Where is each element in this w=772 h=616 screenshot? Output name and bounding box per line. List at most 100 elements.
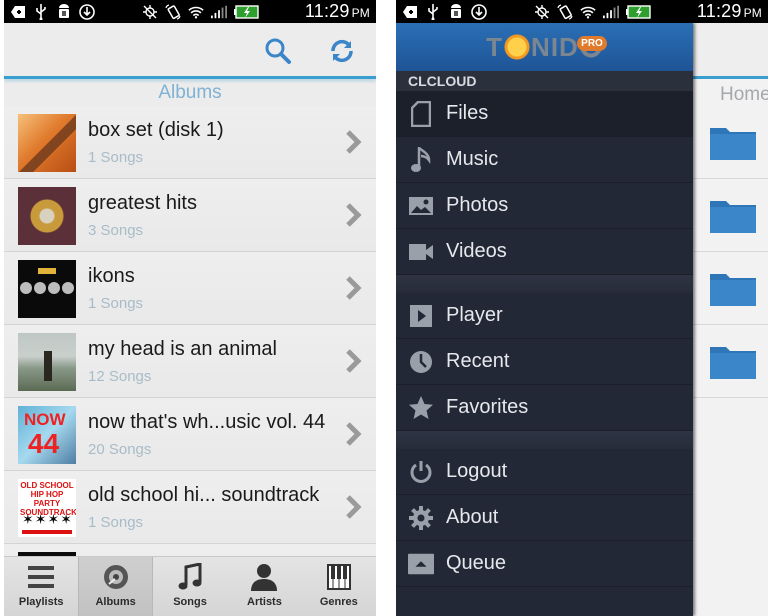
chevron-right-icon [346, 422, 362, 446]
chevron-right-icon [346, 349, 362, 373]
gps-off-icon [534, 4, 550, 20]
signal-icon [603, 4, 619, 20]
drawer-item-favorites[interactable]: Favorites [396, 385, 693, 431]
background-action-bar [686, 23, 768, 77]
album-song-count: 12 Songs [88, 368, 152, 385]
tab-genres[interactable]: Genres [302, 557, 376, 616]
android-debug-icon [448, 3, 464, 20]
rotation-icon [557, 3, 573, 20]
albums-screen: 11:29 PM Albums box set (disk 1) 1 Songs … [4, 0, 376, 616]
drawer-item-player[interactable]: Player [396, 293, 693, 339]
notification-icon [10, 4, 26, 20]
drawer-header: T NID PRO [396, 23, 693, 71]
album-title: now that's wh...usic vol. 44 [88, 411, 326, 433]
album-row[interactable]: OLD SCHOOL HIP HOP PARTY SOUNDTRACK ✶✶✶✶ … [4, 471, 376, 544]
folder-row[interactable] [692, 106, 768, 179]
album-song-count: 3 Songs [88, 222, 144, 239]
download-icon [79, 3, 95, 20]
action-bar [4, 23, 376, 77]
album-row[interactable]: NOW 44 now that's wh...usic vol. 44 20 So… [4, 398, 376, 471]
bottom-tab-bar: Playlists Albums Songs Artists Genres [4, 556, 376, 616]
action-bar-divider [4, 76, 376, 79]
refresh-icon [331, 39, 353, 63]
battery-charging-icon [626, 4, 652, 20]
battery-charging-icon [234, 4, 260, 20]
sun-icon [504, 34, 531, 60]
folder-icon [710, 347, 756, 379]
album-title: box set (disk 1) [88, 119, 224, 141]
drawer-item-logout[interactable]: Logout [396, 449, 693, 495]
status-bar: 11:29 PM [396, 0, 768, 23]
drawer-item-videos[interactable]: Videos [396, 229, 693, 275]
folder-icon [710, 128, 756, 160]
drawer-item-about[interactable]: About [396, 495, 693, 541]
folder-row[interactable] [692, 252, 768, 325]
tab-playlists[interactable]: Playlists [4, 557, 78, 616]
drawer-item-music[interactable]: Music [396, 137, 693, 183]
album-song-count: 20 Songs [88, 441, 152, 458]
music-note-icon [178, 563, 202, 590]
section-title: Albums [158, 82, 222, 103]
album-row[interactable]: greatest hits 3 Songs [4, 179, 376, 252]
search-icon [265, 38, 291, 64]
download-icon [471, 3, 487, 20]
album-list[interactable]: box set (disk 1) 1 Songs greatest hits 3… [4, 106, 376, 616]
piano-icon [326, 564, 351, 590]
wifi-icon [580, 4, 596, 20]
clock: 11:29 PM [304, 1, 370, 21]
tab-artists[interactable]: Artists [227, 557, 301, 616]
signal-icon [211, 4, 227, 20]
power-icon [410, 460, 432, 483]
album-cover: OLD SCHOOL HIP HOP PARTY SOUNDTRACK ✶✶✶✶ [18, 479, 76, 537]
drawer-separator [396, 431, 693, 449]
album-row[interactable]: ikons 1 Songs [4, 252, 376, 325]
android-debug-icon [56, 3, 72, 20]
tab-albums[interactable]: Albums [78, 557, 153, 616]
drawer-item-recent[interactable]: Recent [396, 339, 693, 385]
drawer-separator [396, 275, 693, 293]
pro-badge: PRO [577, 35, 607, 51]
clock: 11:29 PM [696, 1, 762, 21]
navigation-drawer: T NID PRO CLCLOUD Files Music Photos Vide… [396, 23, 693, 616]
chevron-right-icon [346, 495, 362, 519]
album-title: ikons [88, 265, 135, 287]
play-icon [410, 304, 432, 327]
album-cover [18, 187, 76, 245]
drawer-item-queue[interactable]: Queue [396, 541, 693, 587]
folder-icon [710, 274, 756, 306]
photo-icon [409, 196, 433, 215]
folder-row[interactable] [692, 325, 768, 398]
star-icon [409, 395, 433, 419]
chevron-right-icon [346, 203, 362, 227]
person-icon [251, 564, 278, 591]
album-disc-icon [103, 565, 128, 589]
album-cover: NOW 44 [18, 406, 76, 464]
usb-icon [425, 3, 441, 20]
refresh-button[interactable] [326, 35, 358, 67]
folder-row[interactable] [692, 179, 768, 252]
rotation-icon [165, 3, 181, 20]
tab-songs[interactable]: Songs [153, 557, 227, 616]
notification-icon [402, 4, 418, 20]
album-title: greatest hits [88, 192, 197, 214]
drawer-item-files[interactable]: Files [396, 91, 693, 137]
video-camera-icon [409, 243, 433, 260]
drawer-item-photos[interactable]: Photos [396, 183, 693, 229]
album-row[interactable]: box set (disk 1) 1 Songs [4, 106, 376, 179]
playlists-icon [28, 566, 55, 588]
chevron-right-icon [346, 130, 362, 154]
folder-icon [710, 201, 756, 233]
search-button[interactable] [262, 35, 294, 67]
files-screen-with-drawer: 11:29 PM Home T NID PRO CLCLOUD Files Musi… [396, 0, 768, 616]
file-icon [411, 100, 431, 127]
wifi-icon [188, 4, 204, 20]
album-song-count: 1 Songs [88, 514, 144, 531]
account-label: CLCLOUD [396, 71, 693, 91]
album-row[interactable]: my head is an animal 12 Songs [4, 325, 376, 398]
background-title: Home [720, 84, 768, 105]
album-cover [18, 114, 76, 172]
background-divider [686, 76, 768, 79]
album-cover [18, 333, 76, 391]
gps-off-icon [142, 4, 158, 20]
chevron-right-icon [346, 276, 362, 300]
